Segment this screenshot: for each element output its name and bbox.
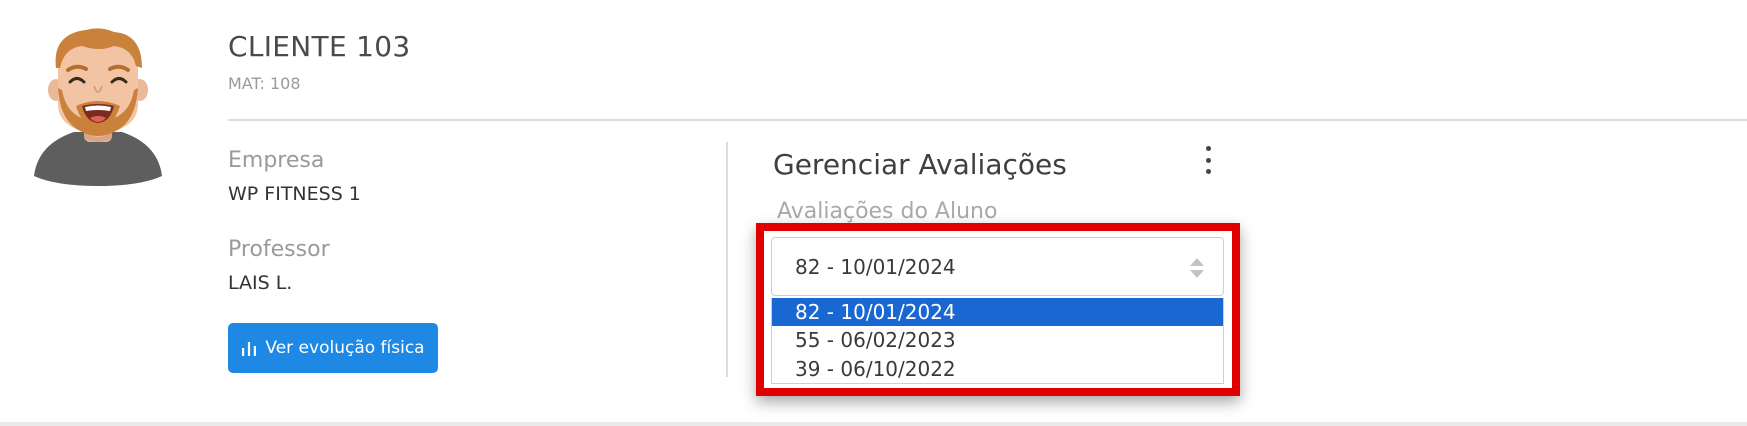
view-physical-evolution-label: Ver evolução física <box>265 338 425 358</box>
student-assessments-label: Avaliações do Aluno <box>777 199 998 224</box>
client-avatar <box>34 28 162 186</box>
assessment-dropdown-list: 82 - 10/01/2024 55 - 06/02/2023 39 - 06/… <box>771 298 1224 384</box>
client-registration: MAT: 108 <box>228 74 301 93</box>
select-arrows-icon <box>1190 258 1204 278</box>
professor-value: LAIS L. <box>228 272 293 294</box>
assessment-select[interactable]: 82 - 10/01/2024 <box>771 237 1224 296</box>
empresa-label: Empresa <box>228 148 325 173</box>
assessment-select-value: 82 - 10/01/2024 <box>795 254 956 279</box>
professor-label: Professor <box>228 237 330 262</box>
dropdown-option[interactable]: 82 - 10/01/2024 <box>772 298 1223 326</box>
dropdown-option[interactable]: 55 - 06/02/2023 <box>772 326 1223 355</box>
kebab-menu-icon[interactable] <box>1198 146 1218 174</box>
client-name: CLIENTE 103 <box>228 30 411 63</box>
column-divider <box>726 142 728 377</box>
view-physical-evolution-button[interactable]: Ver evolução física <box>228 323 438 373</box>
header-divider <box>228 119 1747 121</box>
manage-assessments-title: Gerenciar Avaliações <box>773 148 1067 181</box>
dropdown-option[interactable]: 39 - 06/10/2022 <box>772 355 1223 384</box>
bottom-divider <box>0 422 1747 426</box>
empresa-value: WP FITNESS 1 <box>228 183 361 205</box>
bar-chart-icon <box>242 342 257 356</box>
